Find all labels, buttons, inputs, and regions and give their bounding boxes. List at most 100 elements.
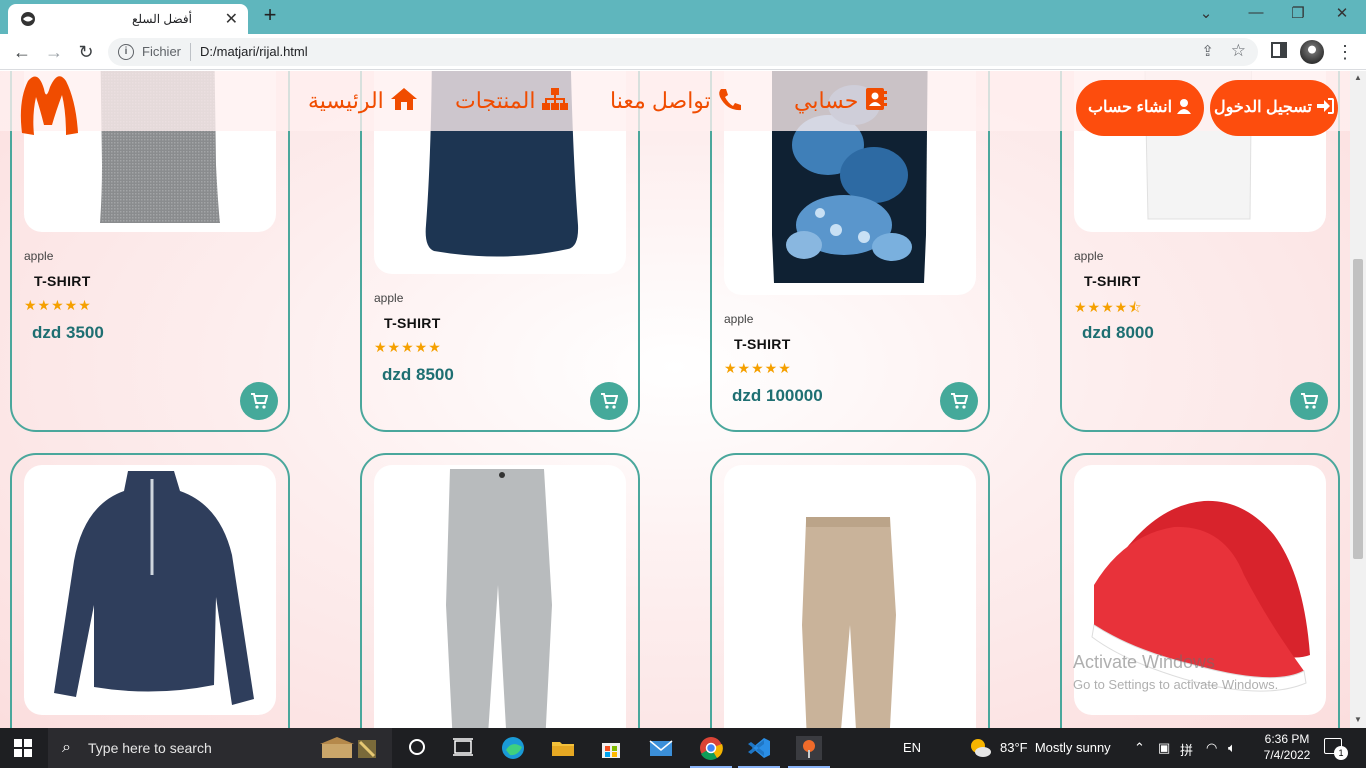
close-window-button[interactable]: ✕ [1322, 4, 1362, 22]
chrome-icon[interactable] [690, 736, 732, 768]
tab-search-button[interactable]: ⌄ [1186, 4, 1226, 22]
tab-close-button[interactable]: ✕ [225, 9, 238, 29]
watermark-subtitle: Go to Settings to activate Windows. [1073, 677, 1279, 692]
back-arrow-icon[interactable]: ← [10, 40, 34, 64]
meet-now-icon[interactable]: ▣ [1158, 740, 1170, 756]
menu-dots-icon[interactable]: ⋮ [1336, 42, 1354, 63]
address-url[interactable]: D:/matjari/rijal.html [200, 44, 308, 59]
add-to-cart-button[interactable] [240, 382, 278, 420]
add-to-cart-button[interactable] [940, 382, 978, 420]
windows-start-icon[interactable] [14, 739, 32, 757]
system-clock[interactable]: 6:36 PM 7/4/2022 [1262, 731, 1312, 763]
mail-icon[interactable] [648, 736, 674, 760]
product-image[interactable] [724, 465, 976, 728]
tab-title: أفضل السلع [132, 12, 192, 26]
browser-toolbar: ← → ↻ i Fichier D:/matjari/rijal.html ⇪ … [0, 34, 1366, 70]
nav-account[interactable]: حسابي [794, 87, 888, 114]
ime-icon[interactable]: 拼 [1180, 740, 1193, 759]
cart-icon [251, 393, 268, 409]
product-brand: apple [1074, 249, 1104, 263]
product-price: dzd 100000 [732, 386, 823, 405]
address-scheme: Fichier [142, 44, 182, 59]
product-name: T-SHIRT [34, 273, 91, 289]
address-book-icon [866, 88, 888, 110]
show-hidden-icons-chevron-icon[interactable]: ⌃ [1134, 740, 1145, 756]
microsoft-store-icon[interactable] [598, 736, 624, 760]
product-card[interactable] [710, 453, 990, 728]
scrollbar-thumb[interactable] [1353, 259, 1363, 559]
product-card[interactable] [360, 453, 640, 728]
activate-windows-watermark: Activate Windows Go to Settings to activ… [1073, 652, 1278, 692]
weather-sun-icon[interactable] [968, 737, 992, 759]
notifications-icon[interactable]: 1 [1324, 738, 1348, 760]
add-to-cart-button[interactable] [590, 382, 628, 420]
site-header: الرئيسية المنتجات تواصل معنا حسابي انشاء… [0, 71, 1350, 136]
product-image[interactable] [374, 465, 626, 728]
cart-icon [601, 393, 618, 409]
rating-stars: ★★★★★ [374, 339, 442, 355]
page-content: apple T-SHIRT ★★★★★ dzd 3500 apple T-SHI… [0, 71, 1350, 728]
rating-stars: ★★★★★ [724, 360, 792, 376]
side-panel-icon[interactable] [1271, 42, 1287, 58]
windows-taskbar: ⌕ Type here to search EN 83°F Mostly sun… [0, 728, 1366, 768]
nav-contact-label: تواصل معنا [610, 88, 711, 113]
paint-app-icon[interactable] [788, 736, 830, 768]
beige-trousers-image [802, 517, 896, 728]
scroll-down-arrow-icon[interactable]: ▼ [1354, 715, 1362, 724]
scroll-up-arrow-icon[interactable]: ▲ [1354, 73, 1362, 82]
taskbar-search-box[interactable]: ⌕ Type here to search [48, 728, 392, 768]
browser-tab[interactable]: أفضل السلع ✕ [8, 4, 248, 34]
sitemap-icon [542, 88, 569, 110]
taskbar-search-placeholder: Type here to search [88, 740, 212, 756]
search-icon: ⌕ [62, 739, 71, 756]
weather-text[interactable]: 83°F Mostly sunny [1000, 740, 1111, 755]
nav-contact[interactable]: تواصل معنا [610, 87, 743, 114]
profile-avatar[interactable] [1300, 40, 1324, 64]
sign-in-icon [1316, 98, 1334, 114]
forward-arrow-icon[interactable]: → [42, 40, 66, 64]
new-tab-button[interactable]: + [258, 4, 282, 28]
browser-tab-bar: أفضل السلع ✕ + ⌄ — ❐ ✕ [0, 0, 1366, 34]
product-name: T-SHIRT [1084, 273, 1141, 289]
search-highlight-icon[interactable] [316, 734, 384, 762]
nav-products-label: المنتجات [455, 88, 536, 113]
minimize-button[interactable]: — [1236, 4, 1276, 21]
cortana-icon[interactable] [406, 736, 432, 760]
file-explorer-icon[interactable] [550, 736, 576, 760]
create-account-button[interactable]: انشاء حساب [1076, 80, 1204, 136]
nav-account-label: حسابي [794, 88, 859, 113]
page-scrollbar[interactable]: ▲ ▼ [1350, 71, 1366, 728]
info-icon[interactable]: i [118, 44, 134, 60]
restore-button[interactable]: ❐ [1278, 4, 1318, 22]
share-icon[interactable]: ⇪ [1201, 42, 1214, 60]
bookmark-star-icon[interactable]: ☆ [1231, 41, 1246, 61]
volume-icon[interactable]: 🔈︎ [1228, 740, 1236, 756]
add-to-cart-button[interactable] [1290, 382, 1328, 420]
nav-products[interactable]: المنتجات [455, 87, 569, 114]
product-card[interactable] [10, 453, 290, 728]
nav-home[interactable]: الرئيسية [308, 87, 418, 114]
user-icon [1177, 99, 1192, 114]
product-image[interactable] [24, 465, 276, 715]
site-logo[interactable] [16, 71, 86, 139]
product-name: T-SHIRT [734, 336, 791, 352]
rating-stars: ★★★★★ [24, 297, 92, 313]
reload-icon[interactable]: ↻ [74, 40, 98, 64]
globe-icon [21, 12, 35, 26]
address-bar[interactable]: i Fichier D:/matjari/rijal.html ⇪ ☆ [108, 38, 1258, 66]
cart-icon [1301, 393, 1318, 409]
edge-browser-icon[interactable] [500, 736, 526, 760]
login-button[interactable]: تسجيل الدخول [1210, 80, 1338, 136]
create-account-label: انشاء حساب [1087, 99, 1173, 116]
watermark-title: Activate Windows [1073, 652, 1216, 672]
clock-date: 7/4/2022 [1263, 748, 1311, 762]
task-view-icon[interactable] [452, 736, 478, 760]
long-sleeve-top-image [54, 471, 254, 705]
cart-icon [951, 393, 968, 409]
language-indicator[interactable]: EN [903, 740, 921, 755]
network-icon[interactable]: ◠ [1206, 740, 1217, 756]
vscode-icon[interactable] [738, 736, 780, 768]
product-brand: apple [724, 312, 754, 326]
home-icon [390, 88, 417, 110]
product-name: T-SHIRT [384, 315, 441, 331]
